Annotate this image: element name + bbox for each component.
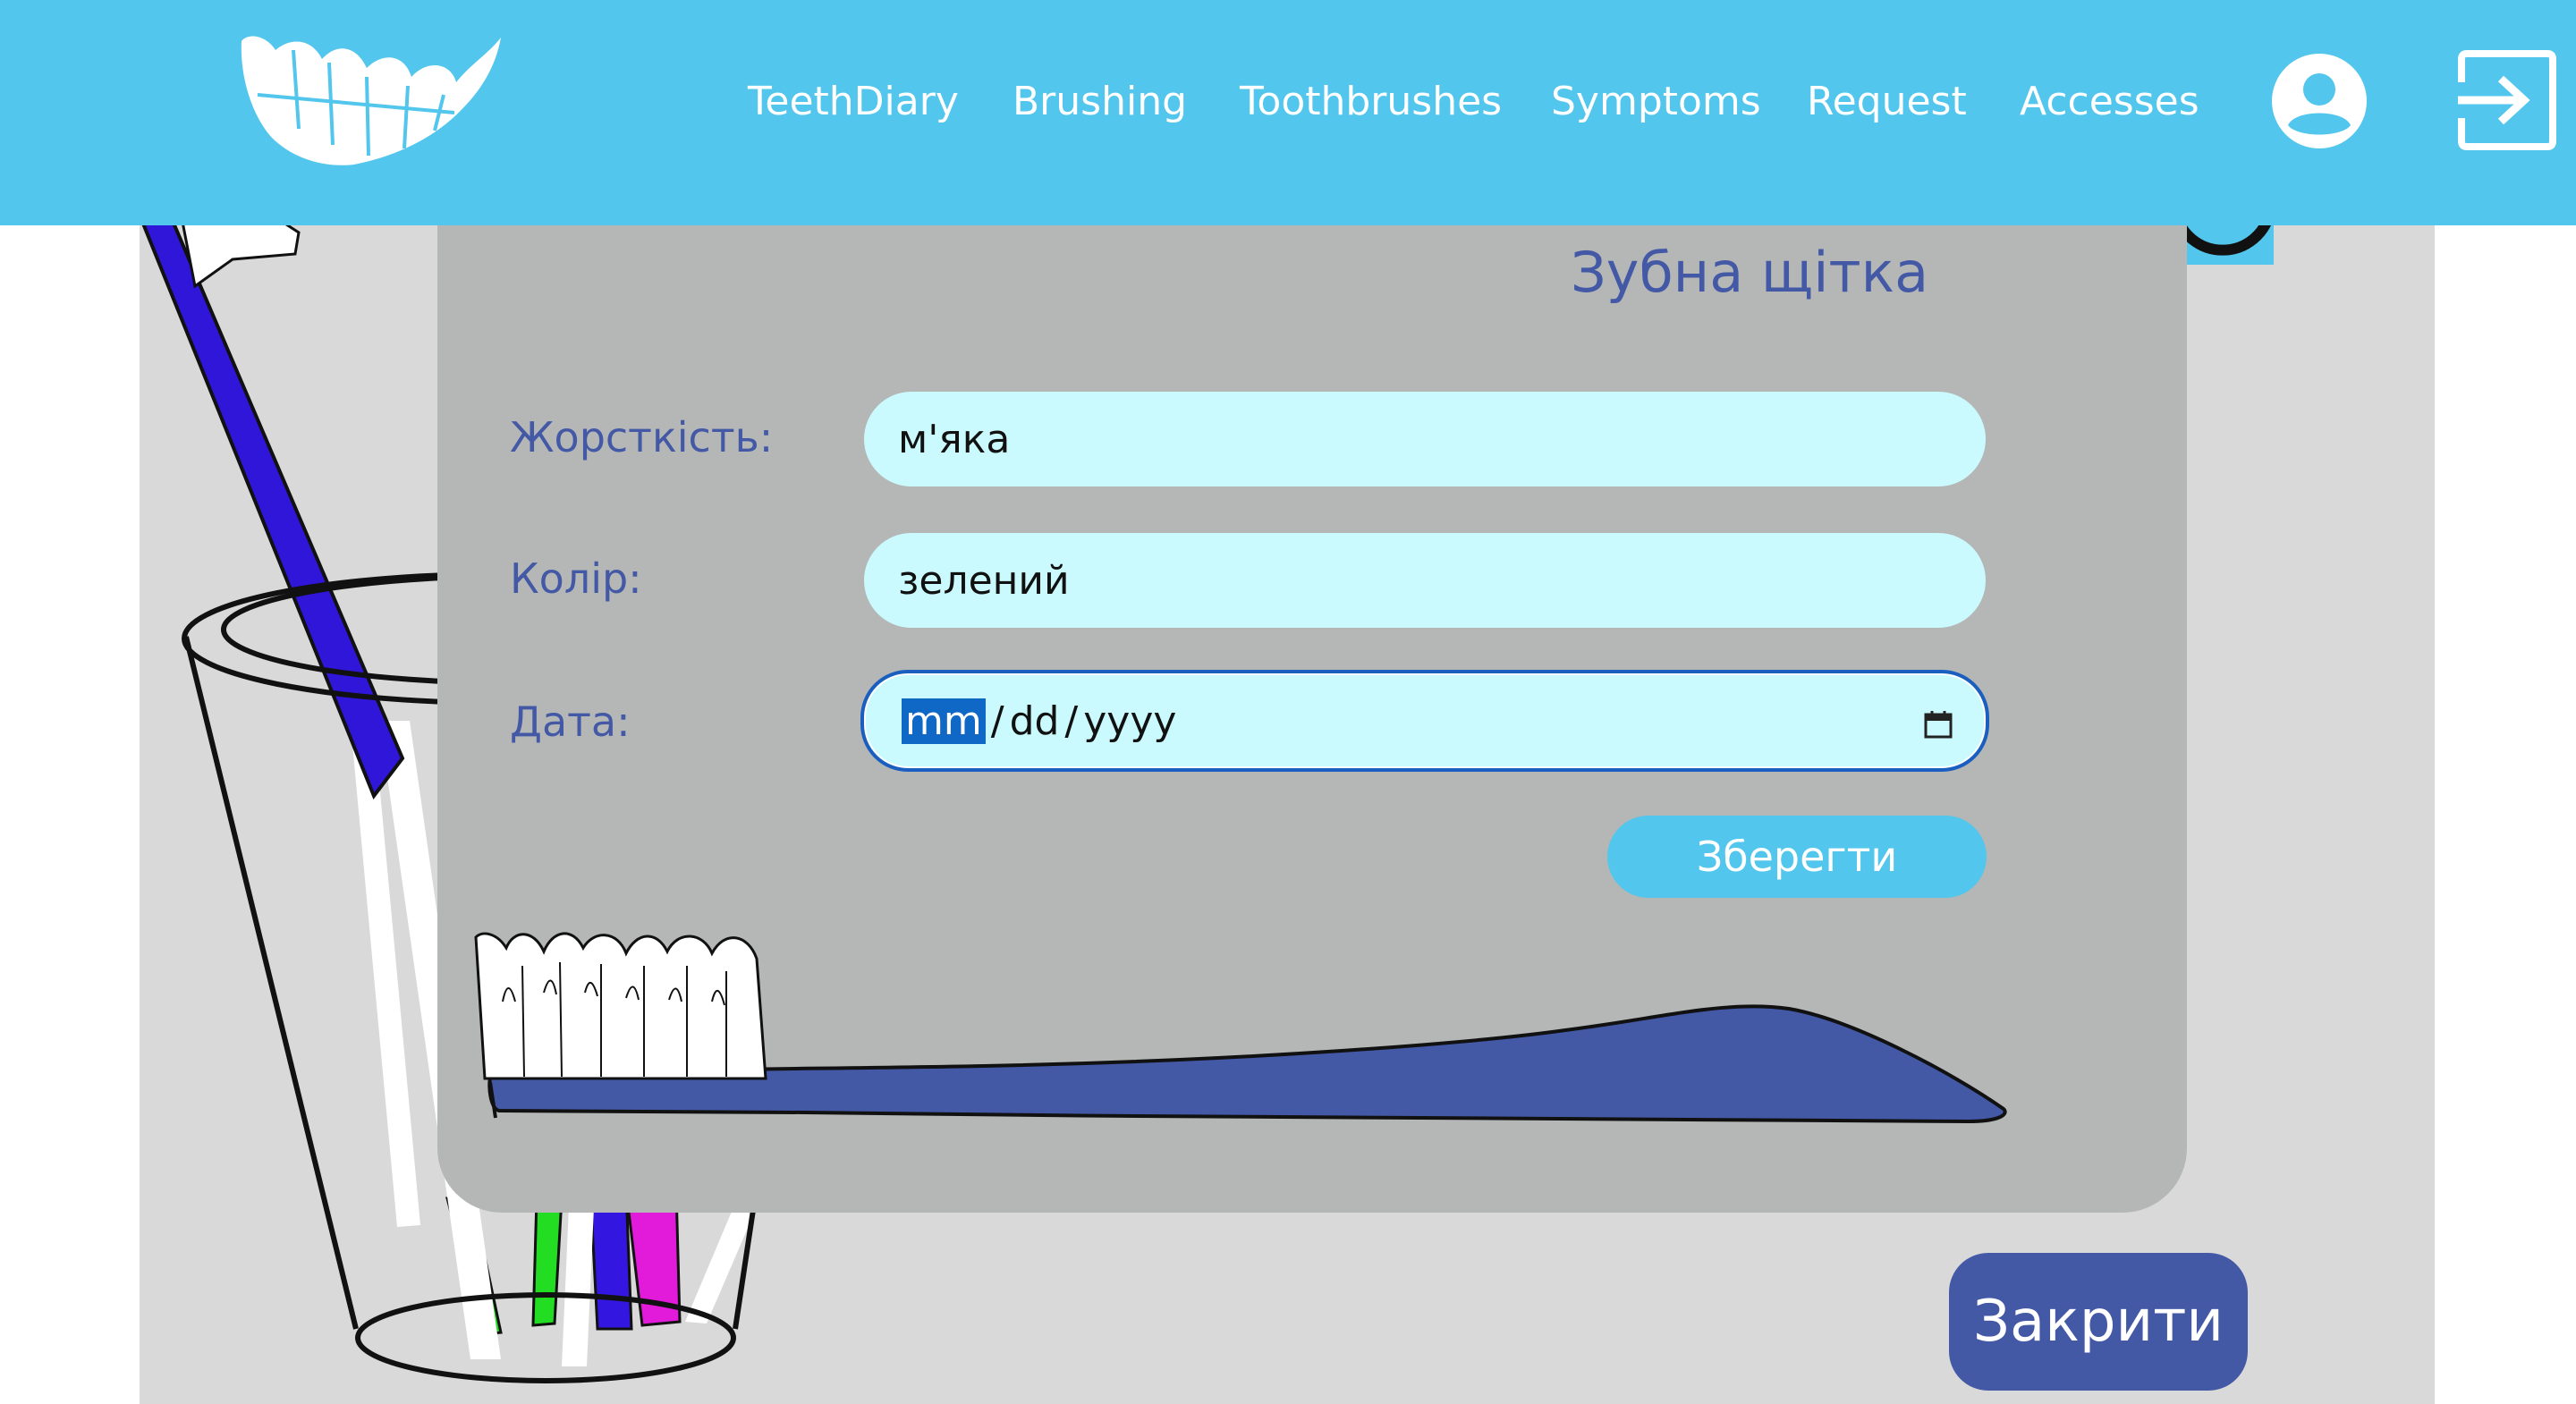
nav-request[interactable]: Request xyxy=(1807,0,1967,202)
logout-icon[interactable] xyxy=(2458,50,2556,150)
nav-teethdiary[interactable]: TeethDiary xyxy=(748,0,959,202)
nav-accesses[interactable]: Accesses xyxy=(2020,0,2199,202)
nav-toothbrushes[interactable]: Toothbrushes xyxy=(1240,0,1502,202)
logo-teeth-icon[interactable] xyxy=(240,32,501,166)
page: Зубна щітка Жорсткість: м'яка Колір: зел… xyxy=(0,0,2576,1404)
user-icon[interactable] xyxy=(2270,52,2368,150)
nav-brushing[interactable]: Brushing xyxy=(1013,0,1187,202)
nav-symptoms[interactable]: Symptoms xyxy=(1551,0,1761,202)
close-button[interactable]: Закрити xyxy=(1949,1253,2248,1391)
